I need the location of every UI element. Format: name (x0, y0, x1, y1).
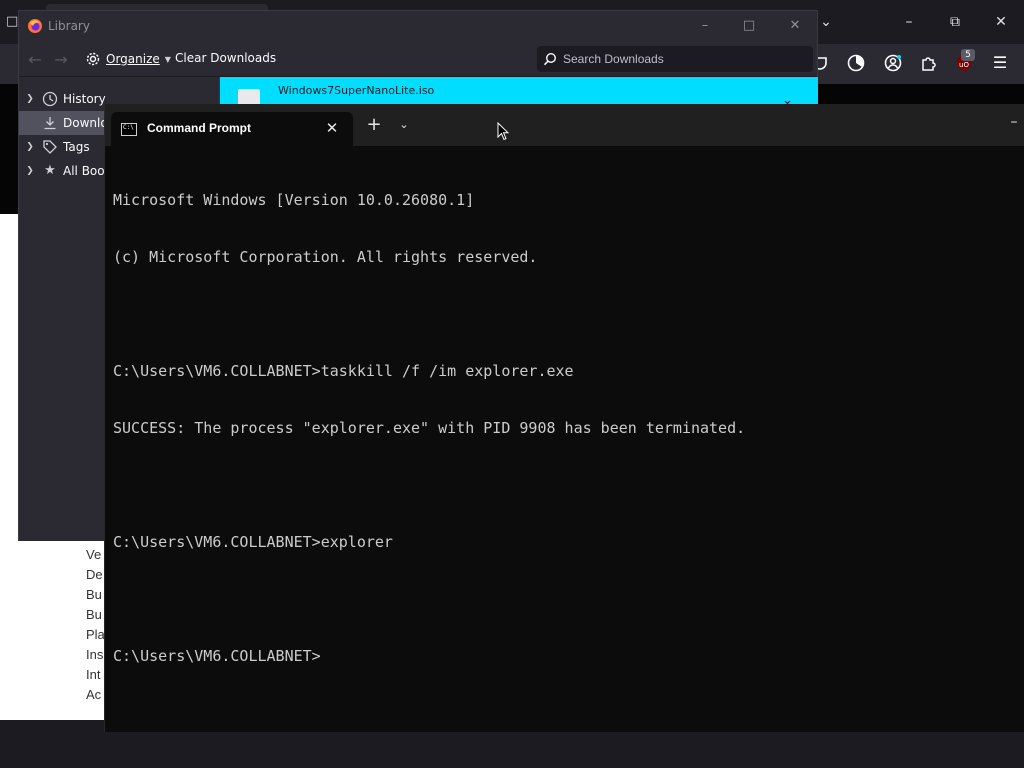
account-icon[interactable] (881, 51, 905, 75)
library-minimize-icon[interactable]: – (693, 15, 717, 37)
download-icon (41, 115, 59, 131)
console-line: (c) Microsoft Corporation. All rights re… (113, 248, 538, 266)
download-item[interactable]: Windows7SuperNanoLite.iso ⌄ (220, 77, 818, 108)
web-link[interactable]: Bu (86, 605, 106, 625)
vpn-icon[interactable] (844, 51, 868, 75)
library-maximize-icon[interactable]: □ (737, 15, 761, 37)
organize-button[interactable]: Organize ▼ (85, 49, 171, 69)
download-file-name: Windows7SuperNanoLite.iso (278, 84, 435, 97)
minimize-icon[interactable]: – (1007, 114, 1021, 130)
search-downloads-field[interactable] (537, 46, 813, 72)
console-line: C:\Users\VM6.COLLABNET>taskkill /f /im e… (113, 362, 574, 380)
mouse-cursor-icon (497, 122, 510, 141)
web-link[interactable]: Pla (86, 625, 106, 645)
chevron-down-icon[interactable]: ⌄ (395, 116, 413, 134)
gear-icon (86, 52, 100, 66)
close-icon[interactable]: ✕ (989, 10, 1013, 34)
expand-arrow-icon[interactable]: ❯ (19, 94, 41, 104)
sidebar-item-label: Tags (63, 140, 90, 154)
terminal-tab[interactable]: C:\ Command Prompt ✕ (111, 112, 353, 146)
tag-icon (41, 139, 59, 155)
clear-downloads-button[interactable]: Clear Downloads (175, 51, 276, 65)
console-prompt-line: C:\Users\VM6.COLLABNET> (113, 647, 321, 665)
web-link[interactable]: Ins (86, 645, 106, 665)
firefox-logo-icon (28, 19, 42, 33)
file-icon (238, 89, 260, 105)
console-line: C:\Users\VM6.COLLABNET>explorer (113, 533, 393, 551)
console-line: SUCCESS: The process "explorer.exe" with… (113, 419, 746, 437)
back-arrow-icon[interactable]: ← (25, 51, 45, 69)
search-downloads-input[interactable] (563, 52, 803, 66)
web-link[interactable]: Ve (86, 545, 106, 565)
new-tab-icon[interactable]: + (365, 116, 383, 134)
ublock-badge: 5 (961, 49, 975, 61)
sidebar-item-label: Downlo (63, 116, 108, 130)
terminal-window: C:\ Command Prompt ✕ + ⌄ – Microsoft Win… (104, 104, 1024, 732)
close-tab-icon[interactable]: ✕ (323, 119, 341, 137)
tab-icon[interactable]: □ (6, 14, 18, 32)
clock-icon (41, 91, 59, 107)
library-close-icon[interactable]: ✕ (783, 15, 807, 37)
star-icon: ★ (44, 163, 56, 178)
terminal-tab-bar[interactable]: C:\ Command Prompt ✕ + ⌄ – (105, 104, 1024, 146)
chevron-down-icon: ▼ (164, 54, 171, 64)
web-link[interactable]: De (86, 565, 106, 585)
forward-arrow-icon[interactable]: → (51, 51, 71, 69)
extensions-icon[interactable] (917, 51, 941, 75)
web-link[interactable]: Int (86, 665, 106, 685)
web-link[interactable]: Bu (86, 585, 106, 605)
expand-arrow-icon[interactable]: ❯ (19, 142, 41, 152)
console-line: Microsoft Windows [Version 10.0.26080.1] (113, 191, 475, 209)
organize-label: Organize (106, 52, 160, 66)
library-titlebar[interactable]: Library – □ ✕ (19, 11, 817, 41)
tab-title: Command Prompt (147, 121, 252, 135)
console-output[interactable]: Microsoft Windows [Version 10.0.26080.1]… (113, 153, 1013, 723)
command-prompt-icon: C:\ (121, 123, 137, 136)
svg-text:uO: uO (959, 61, 969, 69)
sidebar-item-label: History (63, 92, 106, 106)
expand-arrow-icon[interactable]: ❯ (19, 166, 41, 176)
menu-icon[interactable]: ☰ (988, 51, 1012, 75)
search-icon (543, 52, 557, 66)
library-title: Library (48, 19, 90, 33)
minimize-icon[interactable]: – (897, 10, 921, 34)
library-toolbar: ← → Organize ▼ Clear Downloads (19, 41, 817, 77)
web-link[interactable]: Ac (86, 685, 106, 705)
restore-icon[interactable]: ⧉ (943, 10, 967, 34)
web-link-list: Ve De Bu Bu Pla Ins Int Ac (86, 545, 106, 705)
